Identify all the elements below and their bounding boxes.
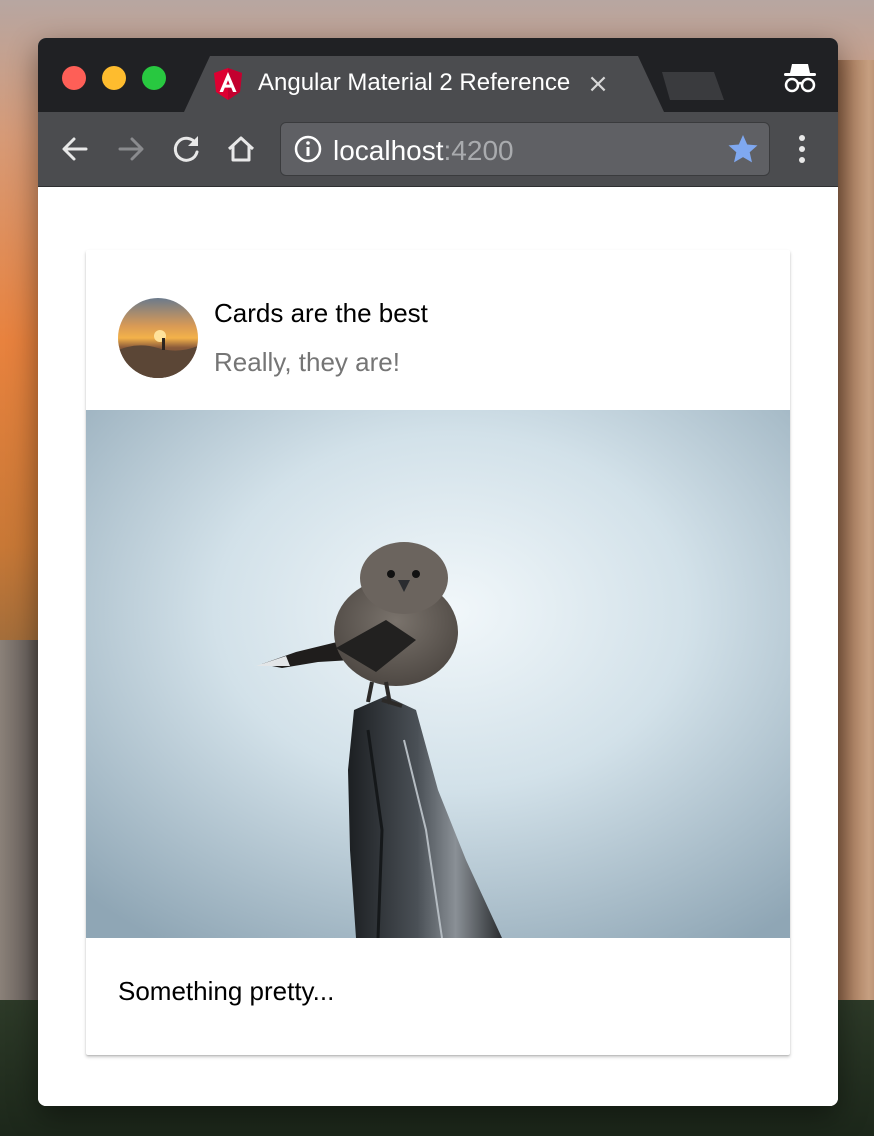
new-tab-button[interactable] — [662, 72, 724, 100]
star-icon[interactable] — [727, 133, 759, 165]
page-viewport: Cards are the best Really, they are! Som… — [38, 187, 838, 1106]
url-port: :4200 — [443, 135, 514, 166]
url-text[interactable]: localhost:4200 — [333, 135, 514, 167]
forward-arrow-icon[interactable] — [114, 132, 148, 166]
desktop-background: Angular Material 2 Reference × localhost… — [0, 0, 874, 1136]
card-title: Cards are the best — [214, 298, 428, 328]
card-content-text: Something pretty... — [118, 976, 335, 1006]
title-bar: Angular Material 2 Reference × — [38, 38, 838, 112]
info-icon[interactable] — [293, 134, 323, 164]
avatar — [118, 298, 198, 378]
address-bar[interactable]: localhost:4200 — [280, 122, 770, 176]
home-icon[interactable] — [224, 132, 258, 166]
tab-close-icon[interactable]: × — [584, 70, 612, 98]
cliff-right — [836, 60, 874, 1136]
tab-title: Angular Material 2 Reference — [258, 69, 571, 96]
tab-active[interactable]: Angular Material 2 Reference × — [184, 56, 664, 112]
back-arrow-icon[interactable] — [58, 132, 92, 166]
angular-logo-icon — [214, 68, 242, 100]
card-subtitle: Really, they are! — [214, 347, 400, 377]
browser-window: Angular Material 2 Reference × localhost… — [38, 38, 838, 1106]
minimize-window-button[interactable] — [102, 66, 126, 90]
kebab-menu-icon[interactable] — [788, 132, 816, 166]
browser-toolbar: localhost:4200 — [38, 112, 838, 187]
card-image-bird — [86, 410, 790, 938]
material-card: Cards are the best Really, they are! Som… — [86, 250, 790, 1055]
reload-icon[interactable] — [170, 132, 204, 166]
url-host: localhost — [333, 135, 444, 166]
close-window-button[interactable] — [62, 66, 86, 90]
incognito-icon — [782, 60, 818, 94]
maximize-window-button[interactable] — [142, 66, 166, 90]
